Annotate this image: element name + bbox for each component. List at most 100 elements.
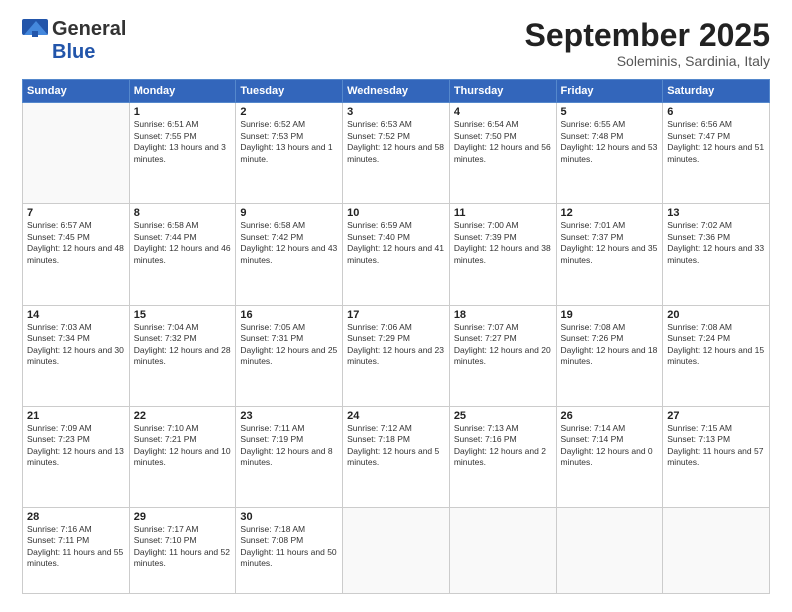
cell-info: Sunrise: 7:08 AM Sunset: 7:26 PM Dayligh… [561,322,659,368]
day-number: 12 [561,207,659,219]
logo-general: General [52,18,126,41]
col-tuesday: Tuesday [236,80,343,103]
day-number: 19 [561,309,659,321]
day-number: 25 [454,410,552,422]
logo-blue: Blue [52,41,95,64]
cell-info: Sunrise: 7:03 AM Sunset: 7:34 PM Dayligh… [27,322,125,368]
table-row: 21 Sunrise: 7:09 AM Sunset: 7:23 PM Dayl… [23,406,130,507]
table-row: 29 Sunrise: 7:17 AM Sunset: 7:10 PM Dayl… [129,507,236,593]
page: General Blue September 2025 Soleminis, S… [0,0,792,612]
day-number: 9 [240,207,338,219]
header-row: Sunday Monday Tuesday Wednesday Thursday… [23,80,770,103]
table-row: 26 Sunrise: 7:14 AM Sunset: 7:14 PM Dayl… [556,406,663,507]
day-number: 11 [454,207,552,219]
cell-info: Sunrise: 7:04 AM Sunset: 7:32 PM Dayligh… [134,322,232,368]
table-row: 27 Sunrise: 7:15 AM Sunset: 7:13 PM Dayl… [663,406,770,507]
table-row: 1 Sunrise: 6:51 AM Sunset: 7:55 PM Dayli… [129,103,236,204]
day-number: 2 [240,106,338,118]
cell-info: Sunrise: 7:02 AM Sunset: 7:36 PM Dayligh… [667,220,765,266]
table-row: 15 Sunrise: 7:04 AM Sunset: 7:32 PM Dayl… [129,305,236,406]
cell-info: Sunrise: 7:09 AM Sunset: 7:23 PM Dayligh… [27,423,125,469]
table-row [343,507,450,593]
logo: General Blue [22,18,126,64]
cell-info: Sunrise: 7:06 AM Sunset: 7:29 PM Dayligh… [347,322,445,368]
day-number: 22 [134,410,232,422]
table-row: 8 Sunrise: 6:58 AM Sunset: 7:44 PM Dayli… [129,204,236,305]
day-number: 4 [454,106,552,118]
day-number: 27 [667,410,765,422]
month-title: September 2025 [525,18,770,53]
cell-info: Sunrise: 6:58 AM Sunset: 7:44 PM Dayligh… [134,220,232,266]
cell-info: Sunrise: 6:53 AM Sunset: 7:52 PM Dayligh… [347,119,445,165]
day-number: 16 [240,309,338,321]
cell-info: Sunrise: 7:08 AM Sunset: 7:24 PM Dayligh… [667,322,765,368]
table-row: 9 Sunrise: 6:58 AM Sunset: 7:42 PM Dayli… [236,204,343,305]
table-row: 7 Sunrise: 6:57 AM Sunset: 7:45 PM Dayli… [23,204,130,305]
table-row: 23 Sunrise: 7:11 AM Sunset: 7:19 PM Dayl… [236,406,343,507]
cell-info: Sunrise: 7:05 AM Sunset: 7:31 PM Dayligh… [240,322,338,368]
cell-info: Sunrise: 7:01 AM Sunset: 7:37 PM Dayligh… [561,220,659,266]
cell-info: Sunrise: 7:17 AM Sunset: 7:10 PM Dayligh… [134,524,232,570]
col-saturday: Saturday [663,80,770,103]
table-row: 3 Sunrise: 6:53 AM Sunset: 7:52 PM Dayli… [343,103,450,204]
day-number: 21 [27,410,125,422]
day-number: 14 [27,309,125,321]
cell-info: Sunrise: 6:54 AM Sunset: 7:50 PM Dayligh… [454,119,552,165]
day-number: 5 [561,106,659,118]
day-number: 30 [240,511,338,523]
col-wednesday: Wednesday [343,80,450,103]
table-row: 30 Sunrise: 7:18 AM Sunset: 7:08 PM Dayl… [236,507,343,593]
day-number: 24 [347,410,445,422]
day-number: 3 [347,106,445,118]
header: General Blue September 2025 Soleminis, S… [22,18,770,69]
cell-info: Sunrise: 6:58 AM Sunset: 7:42 PM Dayligh… [240,220,338,266]
cell-info: Sunrise: 7:10 AM Sunset: 7:21 PM Dayligh… [134,423,232,469]
table-row: 20 Sunrise: 7:08 AM Sunset: 7:24 PM Dayl… [663,305,770,406]
day-number: 26 [561,410,659,422]
table-row: 25 Sunrise: 7:13 AM Sunset: 7:16 PM Dayl… [449,406,556,507]
cell-info: Sunrise: 7:18 AM Sunset: 7:08 PM Dayligh… [240,524,338,570]
day-number: 28 [27,511,125,523]
table-row: 2 Sunrise: 6:52 AM Sunset: 7:53 PM Dayli… [236,103,343,204]
table-row: 14 Sunrise: 7:03 AM Sunset: 7:34 PM Dayl… [23,305,130,406]
cell-info: Sunrise: 7:11 AM Sunset: 7:19 PM Dayligh… [240,423,338,469]
day-number: 15 [134,309,232,321]
col-thursday: Thursday [449,80,556,103]
table-row [449,507,556,593]
table-row [556,507,663,593]
table-row: 10 Sunrise: 6:59 AM Sunset: 7:40 PM Dayl… [343,204,450,305]
cell-info: Sunrise: 6:57 AM Sunset: 7:45 PM Dayligh… [27,220,125,266]
table-row: 4 Sunrise: 6:54 AM Sunset: 7:50 PM Dayli… [449,103,556,204]
logo-icon [22,19,50,41]
table-row: 16 Sunrise: 7:05 AM Sunset: 7:31 PM Dayl… [236,305,343,406]
table-row: 22 Sunrise: 7:10 AM Sunset: 7:21 PM Dayl… [129,406,236,507]
day-number: 20 [667,309,765,321]
day-number: 6 [667,106,765,118]
day-number: 10 [347,207,445,219]
col-sunday: Sunday [23,80,130,103]
table-row [663,507,770,593]
table-row [23,103,130,204]
cell-info: Sunrise: 6:56 AM Sunset: 7:47 PM Dayligh… [667,119,765,165]
day-number: 1 [134,106,232,118]
table-row: 28 Sunrise: 7:16 AM Sunset: 7:11 PM Dayl… [23,507,130,593]
col-monday: Monday [129,80,236,103]
title-block: September 2025 Soleminis, Sardinia, Ital… [525,18,770,69]
day-number: 29 [134,511,232,523]
cell-info: Sunrise: 7:13 AM Sunset: 7:16 PM Dayligh… [454,423,552,469]
table-row: 13 Sunrise: 7:02 AM Sunset: 7:36 PM Dayl… [663,204,770,305]
table-row: 24 Sunrise: 7:12 AM Sunset: 7:18 PM Dayl… [343,406,450,507]
cell-info: Sunrise: 7:14 AM Sunset: 7:14 PM Dayligh… [561,423,659,469]
day-number: 17 [347,309,445,321]
cell-info: Sunrise: 6:52 AM Sunset: 7:53 PM Dayligh… [240,119,338,165]
cell-info: Sunrise: 6:59 AM Sunset: 7:40 PM Dayligh… [347,220,445,266]
calendar-table: Sunday Monday Tuesday Wednesday Thursday… [22,79,770,594]
cell-info: Sunrise: 7:07 AM Sunset: 7:27 PM Dayligh… [454,322,552,368]
cell-info: Sunrise: 7:16 AM Sunset: 7:11 PM Dayligh… [27,524,125,570]
day-number: 8 [134,207,232,219]
day-number: 7 [27,207,125,219]
table-row: 18 Sunrise: 7:07 AM Sunset: 7:27 PM Dayl… [449,305,556,406]
day-number: 13 [667,207,765,219]
subtitle: Soleminis, Sardinia, Italy [525,53,770,69]
cell-info: Sunrise: 7:00 AM Sunset: 7:39 PM Dayligh… [454,220,552,266]
